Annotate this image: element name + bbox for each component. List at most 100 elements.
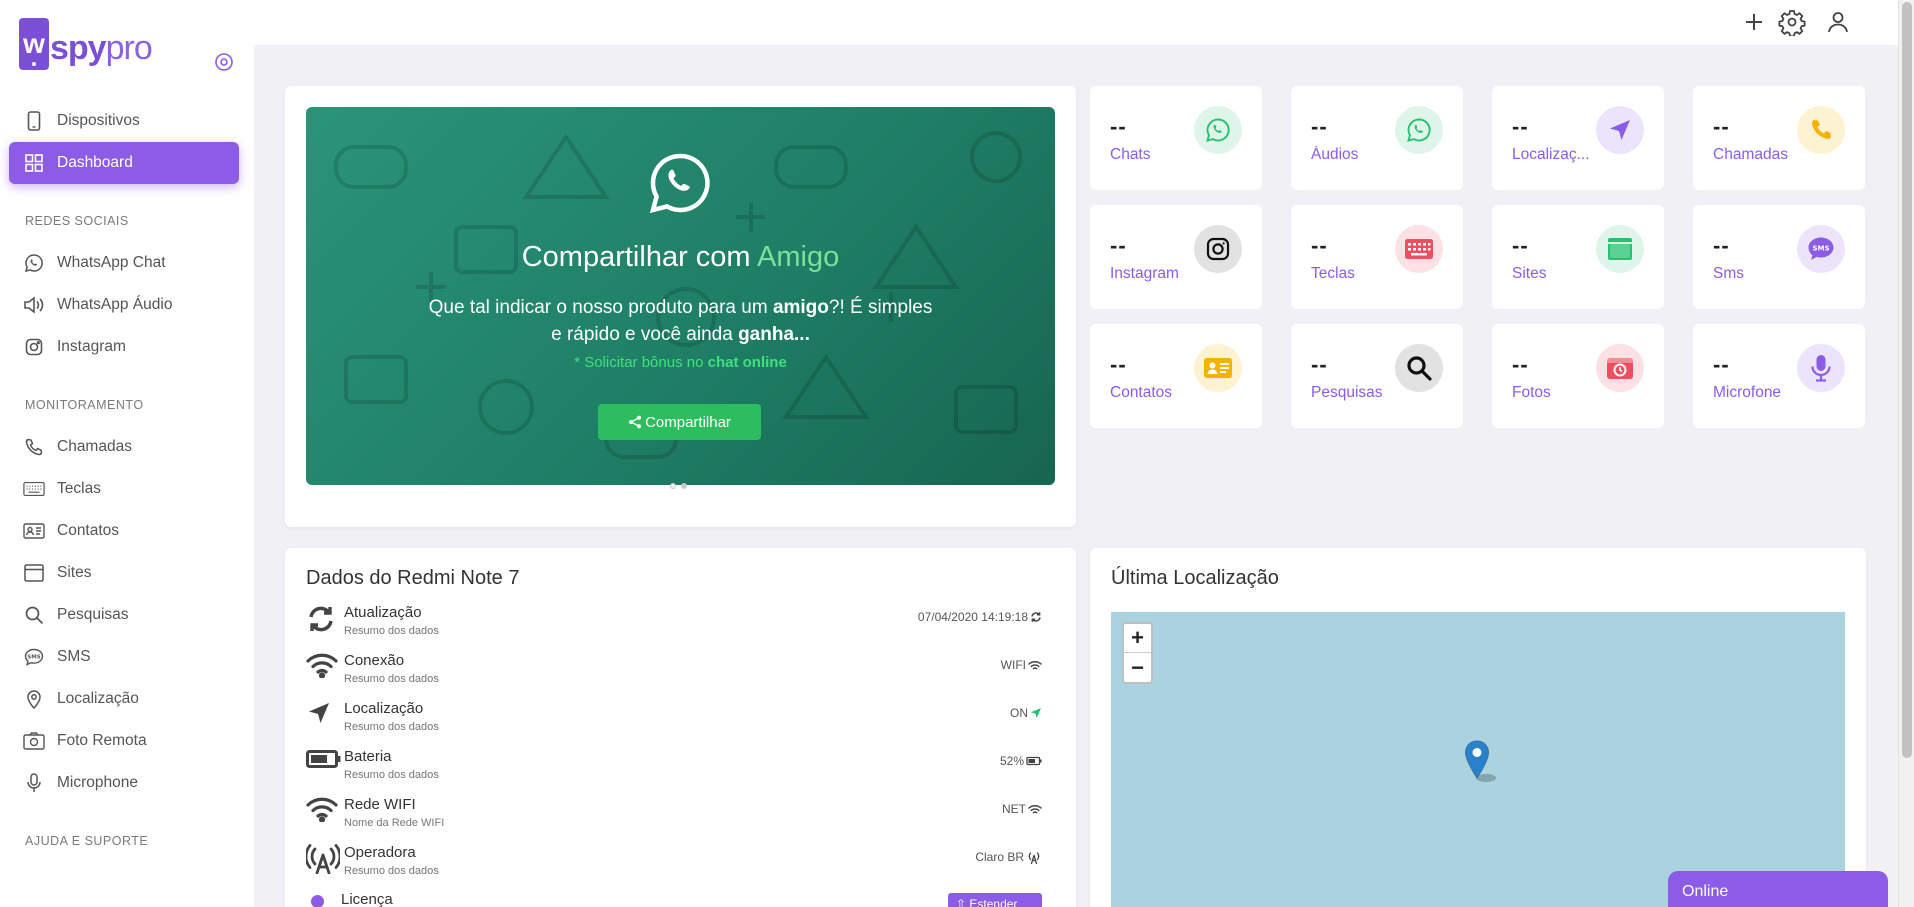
- device-row-subtitle: Nome da Rede WIFI: [344, 817, 445, 829]
- page-scrollbar[interactable]: [1898, 0, 1914, 907]
- brand-logo[interactable]: w spy pro: [19, 18, 153, 70]
- microphone-icon: [23, 772, 45, 794]
- search-icon: [1395, 344, 1443, 392]
- stat-card-sms[interactable]: -- Sms SMS: [1693, 205, 1865, 309]
- map-pin-icon: [23, 688, 45, 710]
- stat-card-chats[interactable]: -- Chats: [1090, 86, 1262, 190]
- instagram-icon: [23, 336, 45, 358]
- stat-card-teclas[interactable]: -- Teclas: [1291, 205, 1463, 309]
- whatsapp-icon: [648, 151, 712, 215]
- carousel-indicators: [670, 483, 687, 489]
- sidebar-item-label: Dashboard: [57, 154, 133, 171]
- bonus-note: * Solicitar bônus no chat online: [306, 354, 1055, 371]
- online-chat-widget[interactable]: Online: [1668, 871, 1888, 907]
- stat-label: Sites: [1512, 265, 1547, 282]
- sidebar-item-dashboard[interactable]: Dashboard: [9, 142, 239, 184]
- stat-label: Chats: [1110, 146, 1151, 163]
- share-button[interactable]: Compartilhar: [598, 404, 761, 440]
- stat-value: --: [1311, 233, 1328, 258]
- share-text-bold: amigo: [772, 297, 829, 318]
- bonus-note-prefix: * Solicitar bônus no: [574, 354, 708, 371]
- antenna-icon: [1026, 850, 1042, 864]
- sidebar-item-microphone[interactable]: Microphone: [9, 762, 239, 804]
- refresh-icon: [306, 604, 336, 634]
- add-icon[interactable]: [1740, 8, 1768, 36]
- stat-card-pesquisas[interactable]: -- Pesquisas: [1291, 324, 1463, 428]
- stat-card-localizaç[interactable]: -- Localizaç...: [1492, 86, 1664, 190]
- stat-card-contatos[interactable]: -- Contatos: [1090, 324, 1262, 428]
- device-row-value: NET: [1002, 802, 1042, 816]
- sidebar-item-pesquisas[interactable]: Pesquisas: [9, 594, 239, 636]
- sidebar-item-chamadas[interactable]: Chamadas: [9, 426, 239, 468]
- sidebar-item-instagram[interactable]: Instagram: [9, 326, 239, 368]
- gear-icon[interactable]: [1778, 8, 1806, 36]
- stat-card-microfone[interactable]: -- Microfone: [1693, 324, 1865, 428]
- device-row-value: ON: [1010, 706, 1042, 720]
- device-row-value: 07/04/2020 14:19:18: [918, 610, 1042, 624]
- share-title-prefix: Compartilhar com: [521, 241, 758, 273]
- stat-label: Teclas: [1311, 265, 1355, 282]
- navigation-arrow-icon: [306, 700, 336, 730]
- refresh-icon: [1030, 611, 1042, 623]
- sidebar: w spy pro Dispositivos Dashboard REDES S…: [0, 0, 254, 907]
- keyboard-icon: [23, 478, 45, 500]
- map-view[interactable]: + −: [1111, 612, 1845, 907]
- sidebar-item-teclas[interactable]: Teclas: [9, 468, 239, 510]
- zoom-in-button[interactable]: +: [1124, 624, 1151, 653]
- device-row-name: Localização: [344, 700, 424, 717]
- stat-label: Chamadas: [1713, 146, 1788, 163]
- sidebar-item-whatsapp-chat[interactable]: WhatsApp Chat: [9, 242, 239, 284]
- stat-card-instagram[interactable]: -- Instagram: [1090, 205, 1262, 309]
- sidebar-item-contatos[interactable]: Contatos: [9, 510, 239, 552]
- share-description: Que tal indicar o nosso produto para um …: [426, 294, 935, 348]
- device-row-subtitle: Resumo dos dados: [344, 769, 439, 781]
- stat-card-chamadas[interactable]: -- Chamadas: [1693, 86, 1865, 190]
- logo-mark: w: [19, 18, 49, 70]
- share-title-highlight: Amigo: [757, 241, 840, 273]
- stat-label: Fotos: [1512, 384, 1551, 401]
- stat-card-sites[interactable]: -- Sites: [1492, 205, 1664, 309]
- sidebar-item-label: Teclas: [57, 480, 101, 497]
- sidebar-item-label: Localização: [57, 690, 139, 707]
- sidebar-item-whatsapp-audio[interactable]: WhatsApp Áudio: [9, 284, 239, 326]
- stat-value: --: [1713, 233, 1730, 258]
- device-row: Operadora Resumo dos dados Claro BR: [306, 840, 1042, 884]
- wifi-icon: [306, 796, 338, 826]
- license-label: Licença: [341, 891, 393, 907]
- sidebar-item-sites[interactable]: Sites: [9, 552, 239, 594]
- zoom-out-button[interactable]: −: [1124, 653, 1151, 682]
- sidebar-item-dispositivos[interactable]: Dispositivos: [9, 100, 239, 142]
- sidebar-item-label: Dispositivos: [57, 112, 140, 129]
- topbar: [254, 0, 1898, 45]
- camera-icon: [1596, 344, 1644, 392]
- sidebar-collapse-toggle-icon[interactable]: [214, 52, 234, 72]
- user-icon[interactable]: [1824, 8, 1852, 36]
- microphone-icon: [1797, 344, 1845, 392]
- sms-icon: SMS: [1797, 225, 1845, 273]
- share-carousel: Compartilhar com Amigo Que tal indicar o…: [306, 107, 1055, 485]
- stat-card-fotos[interactable]: -- Fotos: [1492, 324, 1664, 428]
- logo-spy: spy: [50, 29, 107, 67]
- scrollbar-thumb[interactable]: [1902, 2, 1912, 758]
- bonus-note-link[interactable]: chat online: [708, 354, 787, 371]
- license-status-dot: [311, 895, 324, 907]
- sidebar-item-sms[interactable]: SMS SMS: [9, 636, 239, 678]
- navigation-arrow-icon: [1030, 707, 1042, 719]
- sidebar-item-localizacao[interactable]: Localização: [9, 678, 239, 720]
- stat-label: Áudios: [1311, 146, 1359, 163]
- device-row-name: Rede WIFI: [344, 796, 416, 813]
- stat-value: --: [1110, 114, 1127, 139]
- map-marker-icon[interactable]: [1464, 740, 1500, 784]
- device-row-name: Operadora: [344, 844, 416, 861]
- sidebar-item-label: WhatsApp Áudio: [57, 296, 173, 313]
- carousel-dot[interactable]: [681, 483, 687, 489]
- extend-license-button[interactable]: ⇧ Estender: [948, 893, 1042, 907]
- camera-icon: [23, 730, 45, 752]
- stat-card-áudios[interactable]: -- Áudios: [1291, 86, 1463, 190]
- device-row-name: Conexão: [344, 652, 405, 669]
- sidebar-item-foto-remota[interactable]: Foto Remota: [9, 720, 239, 762]
- sms-icon: SMS: [23, 646, 45, 668]
- carousel-dot[interactable]: [670, 483, 676, 489]
- device-row-subtitle: Resumo dos dados: [344, 673, 439, 685]
- stat-value: --: [1512, 352, 1529, 377]
